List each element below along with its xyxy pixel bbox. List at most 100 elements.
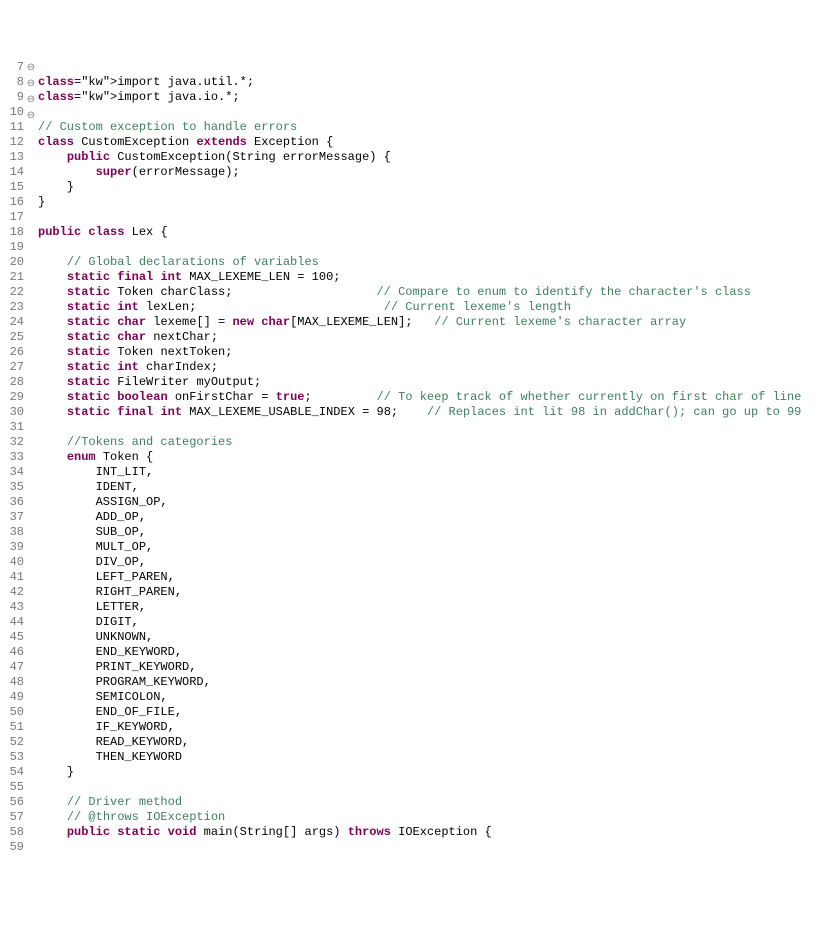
code-line[interactable]: static final int MAX_LEXEME_LEN = 100; <box>38 270 801 285</box>
fold-toggle[interactable]: ⊖ <box>26 108 36 124</box>
code-line[interactable] <box>38 840 801 855</box>
code-line[interactable]: // Driver method <box>38 795 801 810</box>
line-number: 44 <box>0 615 24 630</box>
line-number: 7 <box>0 60 24 75</box>
line-number: 26 <box>0 345 24 360</box>
code-editor[interactable]: 7891011121314151617181920212223242526272… <box>0 60 830 855</box>
line-number: 27 <box>0 360 24 375</box>
code-line[interactable]: LEFT_PAREN, <box>38 570 801 585</box>
code-line[interactable]: READ_KEYWORD, <box>38 735 801 750</box>
line-number: 39 <box>0 540 24 555</box>
line-number: 24 <box>0 315 24 330</box>
code-line[interactable]: static char lexeme[] = new char[MAX_LEXE… <box>38 315 801 330</box>
code-line[interactable]: static Token nextToken; <box>38 345 801 360</box>
code-line[interactable]: static int lexLen; // Current lexeme's l… <box>38 300 801 315</box>
code-line[interactable]: enum Token { <box>38 450 801 465</box>
code-line[interactable]: UNKNOWN, <box>38 630 801 645</box>
code-line[interactable]: static char nextChar; <box>38 330 801 345</box>
code-line[interactable]: //Tokens and categories <box>38 435 801 450</box>
code-line[interactable]: LETTER, <box>38 600 801 615</box>
line-number: 37 <box>0 510 24 525</box>
line-number: 12 <box>0 135 24 150</box>
code-line[interactable]: INT_LIT, <box>38 465 801 480</box>
code-line[interactable] <box>38 210 801 225</box>
fold-column[interactable]: ⊖⊖⊖⊖ <box>26 60 36 855</box>
code-line[interactable]: static boolean onFirstChar = true; // To… <box>38 390 801 405</box>
code-line[interactable]: static Token charClass; // Compare to en… <box>38 285 801 300</box>
line-number: 47 <box>0 660 24 675</box>
code-line[interactable]: RIGHT_PAREN, <box>38 585 801 600</box>
line-number: 8 <box>0 75 24 90</box>
code-line[interactable]: END_KEYWORD, <box>38 645 801 660</box>
code-line[interactable]: class CustomException extends Exception … <box>38 135 801 150</box>
code-line[interactable]: static int charIndex; <box>38 360 801 375</box>
line-number: 51 <box>0 720 24 735</box>
code-line[interactable]: PROGRAM_KEYWORD, <box>38 675 801 690</box>
code-line[interactable]: THEN_KEYWORD <box>38 750 801 765</box>
code-line[interactable]: SEMICOLON, <box>38 690 801 705</box>
line-number: 28 <box>0 375 24 390</box>
line-number: 14 <box>0 165 24 180</box>
line-number: 13 <box>0 150 24 165</box>
code-line[interactable]: } <box>38 180 801 195</box>
fold-toggle[interactable]: ⊖ <box>26 76 36 92</box>
line-number: 29 <box>0 390 24 405</box>
line-number: 17 <box>0 210 24 225</box>
code-line[interactable]: DIV_OP, <box>38 555 801 570</box>
line-number: 34 <box>0 465 24 480</box>
fold-toggle[interactable]: ⊖ <box>26 60 36 76</box>
code-line[interactable]: public class Lex { <box>38 225 801 240</box>
code-line[interactable]: public CustomException(String errorMessa… <box>38 150 801 165</box>
code-line[interactable]: } <box>38 765 801 780</box>
code-line[interactable]: static final int MAX_LEXEME_USABLE_INDEX… <box>38 405 801 420</box>
line-number-gutter: 7891011121314151617181920212223242526272… <box>0 60 26 855</box>
code-line[interactable]: class="kw">import java.io.*; <box>38 90 801 105</box>
line-number: 43 <box>0 600 24 615</box>
code-line[interactable] <box>38 420 801 435</box>
line-number: 42 <box>0 585 24 600</box>
line-number: 36 <box>0 495 24 510</box>
code-line[interactable]: PRINT_KEYWORD, <box>38 660 801 675</box>
line-number: 16 <box>0 195 24 210</box>
code-line[interactable] <box>38 105 801 120</box>
code-line[interactable]: SUB_OP, <box>38 525 801 540</box>
line-number: 31 <box>0 420 24 435</box>
line-number: 33 <box>0 450 24 465</box>
code-line[interactable]: END_OF_FILE, <box>38 705 801 720</box>
line-number: 10 <box>0 105 24 120</box>
code-line[interactable]: // Global declarations of variables <box>38 255 801 270</box>
code-line[interactable]: } <box>38 195 801 210</box>
code-line[interactable]: class="kw">import java.util.*; <box>38 75 801 90</box>
line-number: 58 <box>0 825 24 840</box>
line-number: 9 <box>0 90 24 105</box>
code-line[interactable]: DIGIT, <box>38 615 801 630</box>
line-number: 45 <box>0 630 24 645</box>
line-number: 21 <box>0 270 24 285</box>
code-line[interactable] <box>38 60 801 75</box>
fold-toggle[interactable]: ⊖ <box>26 92 36 108</box>
line-number: 35 <box>0 480 24 495</box>
code-line[interactable]: MULT_OP, <box>38 540 801 555</box>
code-line[interactable]: // @throws IOException <box>38 810 801 825</box>
line-number: 19 <box>0 240 24 255</box>
line-number: 57 <box>0 810 24 825</box>
line-number: 25 <box>0 330 24 345</box>
code-line[interactable]: public static void main(String[] args) t… <box>38 825 801 840</box>
line-number: 55 <box>0 780 24 795</box>
code-line[interactable]: IF_KEYWORD, <box>38 720 801 735</box>
code-line[interactable]: IDENT, <box>38 480 801 495</box>
line-number: 54 <box>0 765 24 780</box>
code-line[interactable]: ADD_OP, <box>38 510 801 525</box>
code-area[interactable]: class="kw">import java.util.*;class="kw"… <box>36 60 801 855</box>
code-line[interactable]: super(errorMessage); <box>38 165 801 180</box>
line-number: 23 <box>0 300 24 315</box>
line-number: 11 <box>0 120 24 135</box>
code-line[interactable]: // Custom exception to handle errors <box>38 120 801 135</box>
line-number: 38 <box>0 525 24 540</box>
code-line[interactable] <box>38 780 801 795</box>
code-line[interactable]: ASSIGN_OP, <box>38 495 801 510</box>
line-number: 52 <box>0 735 24 750</box>
code-line[interactable]: static FileWriter myOutput; <box>38 375 801 390</box>
code-line[interactable] <box>38 240 801 255</box>
line-number: 59 <box>0 840 24 855</box>
